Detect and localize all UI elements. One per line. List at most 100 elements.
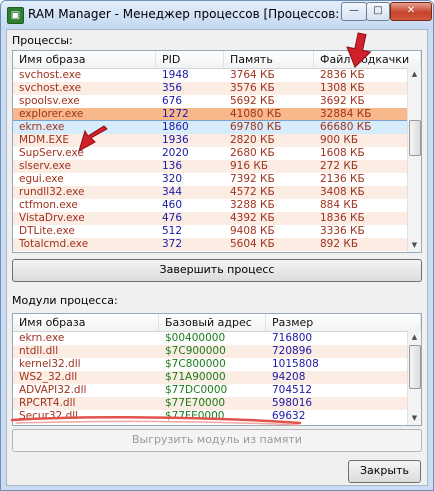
process-page-file: 3692 КБ	[320, 95, 365, 107]
process-page-file: 32884 КБ	[320, 108, 372, 120]
process-pid: 1948	[162, 69, 189, 81]
process-page-file: 2136 КБ	[320, 173, 365, 185]
process-page-file: 272 КБ	[320, 160, 359, 172]
process-row[interactable]: Totalcmd.exe 372 5604 КБ 892 КБ	[13, 238, 408, 251]
annotation-underline-stroke	[10, 416, 302, 426]
scroll-thumb[interactable]	[409, 120, 421, 156]
process-page-file: 1836 КБ	[320, 212, 365, 224]
annotation-arrow-left-icon	[78, 125, 108, 153]
maximize-button[interactable]: □	[366, 2, 390, 21]
process-pid: 1272	[162, 108, 189, 120]
process-row[interactable]: SupServ.exe 2020 2680 КБ 1608 КБ	[13, 147, 408, 160]
process-row[interactable]: rundll32.exe 344 4572 КБ 3408 КБ	[13, 186, 408, 199]
process-name: ctfmon.exe	[19, 199, 78, 211]
scroll-thumb[interactable]	[409, 345, 421, 389]
process-page-file: 884 КБ	[320, 199, 359, 211]
column-header-base-address[interactable]: Базовый адрес	[159, 314, 266, 331]
scroll-up-arrow-icon[interactable]: ▲	[408, 331, 421, 344]
column-header-pid[interactable]: PID	[156, 51, 224, 68]
process-memory: 4392 КБ	[230, 212, 275, 224]
process-memory: 2680 КБ	[230, 147, 275, 159]
module-row[interactable]: RPCRT4.dll $77E70000 598016	[13, 397, 408, 410]
module-name: ntdll.dll	[19, 345, 59, 357]
process-row[interactable]: spoolsv.exe 676 5692 КБ 3692 КБ	[13, 95, 408, 108]
process-memory: 69780 КБ	[230, 121, 282, 133]
module-base-address: $00400000	[165, 332, 226, 344]
close-button[interactable]: Закрыть	[348, 460, 421, 483]
process-pid: 356	[162, 82, 183, 94]
module-size: 598016	[272, 397, 313, 409]
ram-manager-app-icon: ▣	[7, 7, 24, 24]
process-name: DTLite.exe	[19, 225, 75, 237]
process-list[interactable]: Имя образа PID Память Файл подкачки svch…	[12, 50, 422, 253]
module-row[interactable]: ntdll.dll $7C900000 720896	[13, 345, 408, 358]
process-name: spoolsv.exe	[19, 95, 80, 107]
title-bar[interactable]: ▣ RAM Manager - Менеджер процессов [Проц…	[1, 1, 433, 29]
unload-module-button[interactable]: Выгрузить модуль из памяти	[12, 429, 422, 452]
process-name: VistaDrv.exe	[19, 212, 85, 224]
module-base-address: $71A90000	[165, 371, 226, 383]
module-list-header: Имя образа Базовый адрес Размер	[13, 314, 421, 332]
process-list-scrollbar[interactable]: ▲ ▼	[407, 68, 421, 252]
scroll-down-arrow-icon[interactable]: ▼	[408, 412, 421, 425]
process-memory: 3576 КБ	[230, 82, 275, 94]
process-row[interactable]: explorer.exe 1272 41080 КБ 32884 КБ	[13, 108, 408, 121]
end-process-button[interactable]: Завершить процесс	[12, 259, 422, 282]
module-list-scrollbar[interactable]: ▲ ▼	[407, 331, 421, 425]
module-base-address: $77DC0000	[165, 384, 228, 396]
process-memory: 4572 КБ	[230, 186, 275, 198]
process-row[interactable]: DTLite.exe 512 9408 КБ 3336 КБ	[13, 225, 408, 238]
column-header-module-name[interactable]: Имя образа	[13, 314, 159, 331]
process-row[interactable]: svchost.exe 1948 3764 КБ 2836 КБ	[13, 69, 408, 82]
annotation-arrow-shape	[78, 125, 108, 153]
module-row[interactable]: ekrn.exe $00400000 716800	[13, 332, 408, 345]
process-row[interactable]: slserv.exe 136 916 КБ 272 КБ	[13, 160, 408, 173]
process-pid: 136	[162, 160, 183, 172]
module-size: 94208	[272, 371, 306, 383]
app-window: ▣ RAM Manager - Менеджер процессов [Проц…	[0, 0, 434, 491]
process-memory: 2820 КБ	[230, 134, 275, 146]
module-name: kernel32.dll	[19, 358, 81, 370]
process-pid: 344	[162, 186, 183, 198]
process-page-file: 1608 КБ	[320, 147, 365, 159]
module-base-address: $7C800000	[165, 358, 226, 370]
process-row[interactable]: MDM.EXE 1936 2820 КБ 900 КБ	[13, 134, 408, 147]
modules-label: Модули процесса:	[12, 294, 118, 307]
process-memory: 41080 КБ	[230, 108, 282, 120]
process-name: svchost.exe	[19, 69, 82, 81]
process-page-file: 2836 КБ	[320, 69, 365, 81]
column-header-memory[interactable]: Память	[224, 51, 314, 68]
module-row[interactable]: kernel32.dll $7C800000 1015808	[13, 358, 408, 371]
process-pid: 1936	[162, 134, 189, 146]
column-header-size[interactable]: Размер	[266, 314, 421, 331]
process-row[interactable]: VistaDrv.exe 476 4392 КБ 1836 КБ	[13, 212, 408, 225]
module-list[interactable]: Имя образа Базовый адрес Размер ekrn.exe…	[12, 313, 422, 426]
scroll-up-arrow-icon[interactable]: ▲	[408, 68, 421, 81]
process-name: ekrn.exe	[19, 121, 65, 133]
process-pid: 476	[162, 212, 183, 224]
column-header-image-name[interactable]: Имя образа	[13, 51, 156, 68]
process-row[interactable]: svchost.exe 356 3576 КБ 1308 КБ	[13, 82, 408, 95]
module-row[interactable]: WS2_32.dll $71A90000 94208	[13, 371, 408, 384]
scroll-down-arrow-icon[interactable]: ▼	[408, 239, 421, 252]
process-page-file: 3408 КБ	[320, 186, 365, 198]
process-page-file: 892 КБ	[320, 238, 359, 250]
process-pid: 512	[162, 225, 183, 237]
process-memory: 916 КБ	[230, 160, 269, 172]
process-row[interactable]: ekrn.exe 1860 69780 КБ 66680 КБ	[13, 120, 409, 135]
process-pid: 372	[162, 238, 183, 250]
minimize-button[interactable]: —	[341, 2, 367, 21]
module-row[interactable]: ADVAPI32.dll $77DC0000 704512	[13, 384, 408, 397]
module-size: 1015808	[272, 358, 319, 370]
process-name: Totalcmd.exe	[19, 238, 89, 250]
process-page-file: 66680 КБ	[320, 121, 372, 133]
module-base-address: $77E70000	[165, 397, 226, 409]
close-window-button[interactable]: ✕	[390, 2, 432, 21]
process-name: rundll32.exe	[19, 186, 85, 198]
process-name: explorer.exe	[19, 108, 84, 120]
process-row[interactable]: ctfmon.exe 460 3288 КБ 884 КБ	[13, 199, 408, 212]
window-title: RAM Manager - Менеджер процессов [Процес…	[28, 7, 364, 21]
process-pid: 320	[162, 173, 183, 185]
annotation-arrow-down-icon	[346, 32, 372, 68]
process-row[interactable]: egui.exe 320 7392 КБ 2136 КБ	[13, 173, 408, 186]
